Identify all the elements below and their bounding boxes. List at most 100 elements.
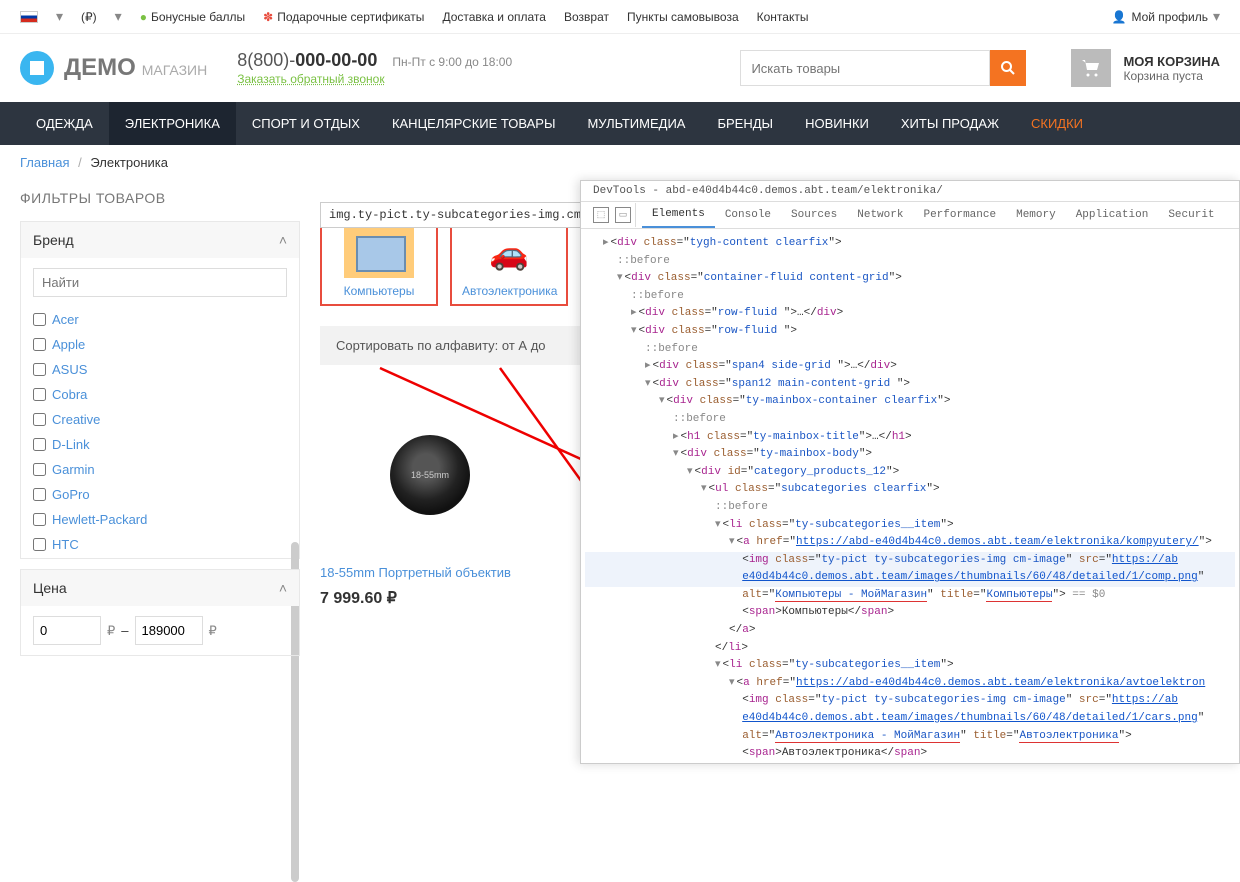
currency-select[interactable]: (₽) (81, 10, 97, 24)
dom-link[interactable]: https://abd-e40d4b44c0.demos.abt.team/el… (796, 536, 1199, 548)
callback-link[interactable]: Заказать обратный звонок (237, 72, 384, 86)
tab-memory[interactable]: Memory (1006, 203, 1066, 227)
device-icon[interactable]: ▭ (615, 207, 631, 223)
tab-performance[interactable]: Performance (913, 203, 1006, 227)
logo-text: ДЕМО МАГАЗИН (64, 54, 207, 82)
brand-checkbox[interactable] (33, 413, 46, 426)
nav-multimedia[interactable]: МУЛЬТИМЕДИА (571, 102, 701, 145)
tab-console[interactable]: Console (715, 203, 781, 227)
chevron-down-icon[interactable]: ▾ (115, 8, 122, 25)
subcat-computers[interactable]: Компьютеры (320, 220, 438, 306)
cart-title: МОЯ КОРЗИНА (1123, 54, 1220, 69)
nav-sales[interactable]: СКИДКИ (1015, 102, 1099, 145)
breadcrumb: Главная / Электроника (0, 145, 1240, 170)
top-left: ▾ (₽) ▾ Бонусные баллы Подарочные сертиф… (20, 8, 808, 25)
brand-garmin[interactable]: Garmin (33, 457, 287, 482)
search-icon (1000, 60, 1016, 76)
brand-checkbox[interactable] (33, 313, 46, 326)
product-card[interactable]: 18-55mm 18-55mm Портретный объектив 7 99… (320, 385, 540, 608)
brand-label: ASUS (52, 362, 87, 377)
filter-price-body: ₽ – ₽ (21, 606, 299, 655)
nav-new[interactable]: НОВИНКИ (789, 102, 885, 145)
brand-dlink[interactable]: D-Link (33, 432, 287, 457)
brand-search-input[interactable] (33, 268, 287, 297)
dom-alt: Автоэлектроника - МойМагазин (775, 730, 960, 743)
tab-application[interactable]: Application (1066, 203, 1159, 227)
dom-src[interactable]: https://ab (1112, 554, 1178, 566)
product-title[interactable]: 18-55mm Портретный объектив (320, 565, 540, 580)
tab-elements[interactable]: Elements (642, 202, 715, 228)
gift-link[interactable]: Подарочные сертификаты (263, 10, 424, 24)
brand-checkbox[interactable] (33, 538, 46, 551)
nav-clothing[interactable]: ОДЕЖДА (20, 102, 109, 145)
brand-apple[interactable]: Apple (33, 332, 287, 357)
phone-block: 8(800)-000-00-00 Пн-Пт с 9:00 до 18:00 З… (237, 50, 512, 86)
search-button[interactable] (990, 50, 1026, 86)
nav-sport[interactable]: СПОРТ И ОТДЫХ (236, 102, 376, 145)
chevron-down-icon: ▾ (1213, 8, 1220, 25)
subcat-auto[interactable]: 🚗 Автоэлектроника (450, 220, 568, 306)
inspect-icon[interactable]: ⬚ (593, 207, 609, 223)
brand-checkbox[interactable] (33, 388, 46, 401)
dom-src[interactable]: https://ab (1112, 694, 1178, 706)
return-link[interactable]: Возврат (564, 10, 609, 24)
brand-checkbox[interactable] (33, 488, 46, 501)
breadcrumb-home[interactable]: Главная (20, 155, 69, 170)
price-max-input[interactable] (135, 616, 203, 645)
brand-asus[interactable]: ASUS (33, 357, 287, 382)
dom-src-path[interactable]: e40d4b44c0.demos.abt.team/images/thumbna… (742, 712, 1197, 724)
breadcrumb-current: Электроника (90, 155, 168, 170)
dom-src-path[interactable]: e40d4b44c0.demos.abt.team/images/thumbna… (742, 571, 1197, 583)
brand-acer[interactable]: Acer (33, 307, 287, 332)
dom-link[interactable]: https://abd-e40d4b44c0.demos.abt.team/el… (796, 677, 1205, 689)
devtools-tabs: ⬚ ▭ Elements Console Sources Network Per… (581, 202, 1239, 229)
filter-price-head[interactable]: Цена ˄ (21, 570, 299, 606)
price-min-input[interactable] (33, 616, 101, 645)
logo-icon (20, 51, 54, 85)
flag-icon[interactable] (20, 11, 38, 23)
chevron-down-icon[interactable]: ▾ (56, 8, 63, 25)
brand-checkbox[interactable] (33, 438, 46, 451)
brand-label: Cobra (52, 387, 87, 402)
dom-title: Автоэлектроника (1019, 730, 1118, 743)
brand-hp[interactable]: Hewlett-Packard (33, 507, 287, 532)
cart[interactable]: МОЯ КОРЗИНА Корзина пуста (1071, 49, 1220, 87)
brand-checkbox[interactable] (33, 338, 46, 351)
cart-status: Корзина пуста (1123, 69, 1220, 83)
tab-security[interactable]: Securit (1158, 203, 1224, 227)
product-image: 18-55mm (320, 385, 540, 565)
brand-label: Hewlett-Packard (52, 512, 147, 527)
profile-menu[interactable]: 👤 Мой профиль ▾ (1111, 8, 1220, 25)
pickup-link[interactable]: Пункты самовывоза (627, 10, 739, 24)
brand-htc[interactable]: HTC (33, 532, 287, 557)
cart-icon (1071, 49, 1111, 87)
tab-sources[interactable]: Sources (781, 203, 847, 227)
brand-checkbox[interactable] (33, 513, 46, 526)
brand-checkbox[interactable] (33, 363, 46, 376)
contacts-link[interactable]: Контакты (757, 10, 809, 24)
devtools-icons: ⬚ ▭ (589, 203, 636, 227)
delivery-link[interactable]: Доставка и оплата (442, 10, 546, 24)
nav-brands[interactable]: БРЕНДЫ (701, 102, 789, 145)
top-bar: ▾ (₽) ▾ Бонусные баллы Подарочные сертиф… (0, 0, 1240, 34)
brand-label: Acer (52, 312, 79, 327)
cart-text: МОЯ КОРЗИНА Корзина пуста (1123, 54, 1220, 83)
ruble-icon: ₽ (209, 623, 217, 639)
brand-cobra[interactable]: Cobra (33, 382, 287, 407)
tab-network[interactable]: Network (847, 203, 913, 227)
devtools-body[interactable]: ▸<div class="tygh-content clearfix"> ::b… (581, 229, 1239, 759)
lens-icon: 18-55mm (390, 435, 470, 515)
bonus-link[interactable]: Бонусные баллы (140, 10, 245, 24)
phone-num: 000-00-00 (295, 50, 377, 70)
nav-hits[interactable]: ХИТЫ ПРОДАЖ (885, 102, 1015, 145)
nav-electronics[interactable]: ЭЛЕКТРОНИКА (109, 102, 236, 145)
filter-brand-head[interactable]: Бренд ˄ (21, 222, 299, 258)
search-input[interactable] (740, 50, 990, 86)
brand-creative[interactable]: Creative (33, 407, 287, 432)
brand-checkbox[interactable] (33, 463, 46, 476)
brand-gopro[interactable]: GoPro (33, 482, 287, 507)
dom-title: Компьютеры (986, 589, 1052, 602)
nav-office[interactable]: КАНЦЕЛЯРСКИЕ ТОВАРЫ (376, 102, 572, 145)
filter-brand: Бренд ˄ Acer Apple ASUS Cobra Creative D… (20, 221, 300, 559)
logo[interactable]: ДЕМО МАГАЗИН (20, 51, 207, 85)
